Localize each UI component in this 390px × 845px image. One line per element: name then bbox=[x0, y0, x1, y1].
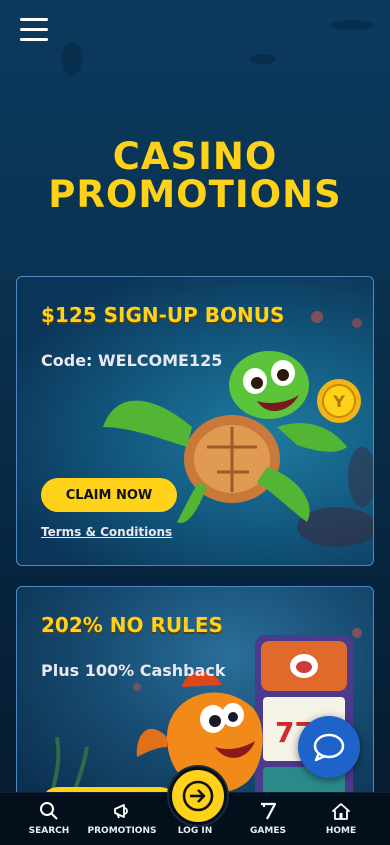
megaphone-icon bbox=[114, 804, 128, 819]
promo-title: 202% NO RULES bbox=[41, 613, 223, 637]
page-title: CASINO PROMOTIONS bbox=[0, 138, 390, 214]
page-title-line2: PROMOTIONS bbox=[48, 173, 342, 216]
nav-label: HOME bbox=[325, 826, 357, 836]
nav-promotions[interactable]: PROMOTIONS bbox=[87, 793, 157, 845]
top-header bbox=[0, 0, 390, 64]
nav-home[interactable]: HOME bbox=[306, 793, 376, 845]
promo-subtitle: Plus 100% Cashback bbox=[41, 661, 226, 680]
search-icon bbox=[40, 802, 58, 820]
nav-label: SEARCH bbox=[28, 826, 70, 836]
terms-conditions-link[interactable]: Terms & Conditions bbox=[41, 525, 172, 539]
home-icon bbox=[332, 803, 350, 820]
hamburger-menu-icon[interactable] bbox=[20, 18, 48, 44]
nav-label: GAMES bbox=[250, 826, 286, 836]
seven-icon bbox=[261, 802, 277, 820]
nav-label: PROMOTIONS bbox=[87, 826, 157, 836]
page-title-line1: CASINO bbox=[112, 135, 278, 178]
chat-bubble-icon[interactable] bbox=[298, 716, 360, 778]
nav-search[interactable]: SEARCH bbox=[14, 793, 84, 845]
login-arrow-icon[interactable] bbox=[169, 767, 227, 825]
claim-now-button[interactable]: CLAIM NOW bbox=[41, 478, 177, 512]
promo-card-signup-bonus: Y $125 SIGN-UP BONUS Code: WELCOME125 CL… bbox=[16, 276, 374, 566]
login-glyph bbox=[182, 780, 214, 812]
nav-games[interactable]: GAMES bbox=[233, 793, 303, 845]
chat-glyph bbox=[313, 733, 345, 762]
promo-title: $125 SIGN-UP BONUS bbox=[41, 303, 285, 327]
promo-code: Code: WELCOME125 bbox=[41, 351, 223, 370]
nav-label: LOG IN bbox=[177, 826, 213, 836]
svg-text:Y: Y bbox=[332, 392, 345, 411]
